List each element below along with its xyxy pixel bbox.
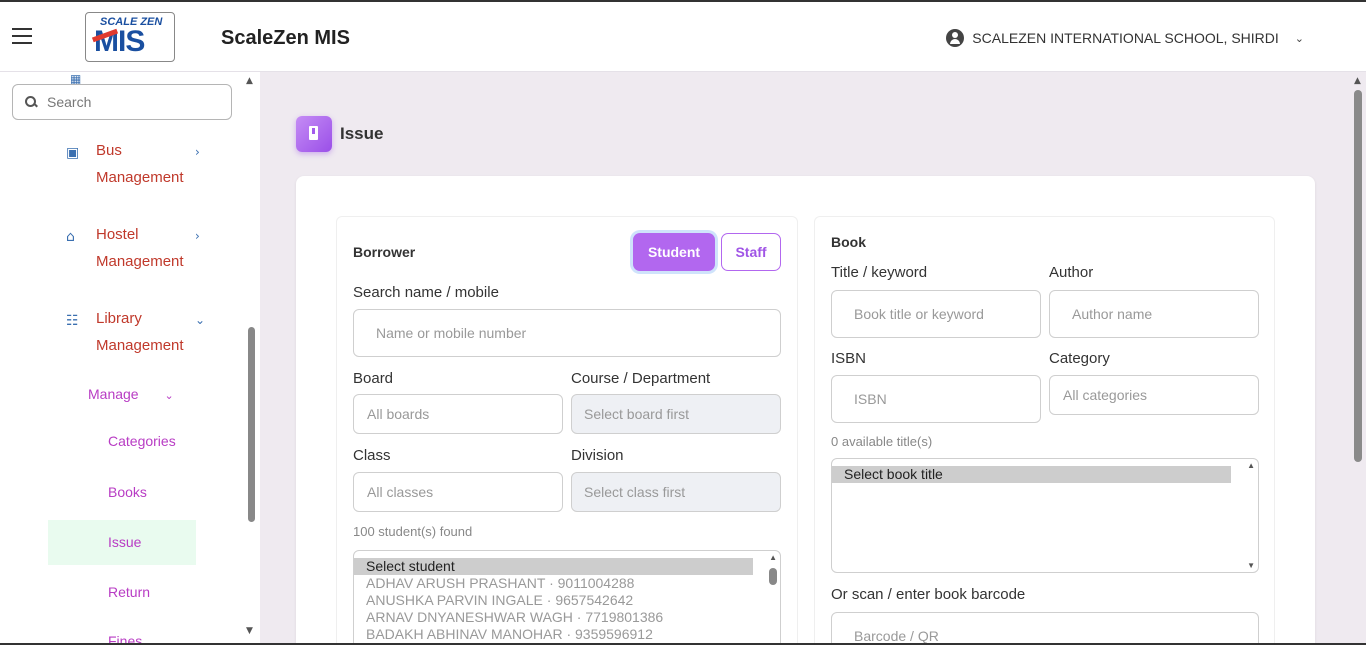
sidebar-search[interactable] [12, 84, 232, 120]
borrower-panel: Borrower Student Staff Search name / mob… [336, 216, 798, 645]
scroll-up-icon[interactable]: ▲ [246, 76, 253, 86]
list-item[interactable]: ARNAV DNYANESHWAR WAGH · 7719801386 [354, 609, 780, 626]
main-scrollbar[interactable] [1354, 90, 1362, 462]
scroll-up-icon[interactable]: ▲ [1354, 76, 1361, 86]
list-item[interactable]: BADAKH ABHINAV MANOHAR · 9359596912 [354, 626, 780, 643]
logo-text-main: MIS [94, 25, 145, 58]
chevron-down-icon: ⌄ [1294, 32, 1304, 45]
chevron-right-icon: › [195, 229, 200, 243]
title-keyword-input[interactable]: Book title or keyword [831, 290, 1041, 338]
sidebar-search-input[interactable] [47, 94, 207, 110]
library-icon: ☷ [66, 313, 79, 329]
chevron-down-icon: ⌄ [195, 313, 206, 327]
board-label: Board [353, 370, 394, 387]
school-selector[interactable]: SCALEZEN INTERNATIONAL SCHOOL, SHIRDI ⌄ [946, 29, 1304, 47]
available-titles-count: 0 available title(s) [831, 434, 933, 449]
page-title: Issue [340, 124, 384, 143]
barcode-label: Or scan / enter book barcode [831, 586, 1026, 603]
bus-icon: ▣ [66, 145, 80, 161]
list-item[interactable]: Select student [354, 558, 753, 575]
sidebar: ▦ ▣ Bus Management › ⌂ Hostel Management… [0, 72, 260, 645]
issue-card: Borrower Student Staff Search name / mob… [296, 176, 1315, 645]
student-toggle-button[interactable]: Student [633, 233, 715, 271]
sidebar-item-issue[interactable]: Issue [108, 534, 141, 550]
sidebar-item-library-management[interactable]: ☷ Library Management ⌄ [66, 305, 205, 359]
sidebar-item-categories[interactable]: Categories [108, 433, 176, 449]
scroll-up-icon[interactable]: ▲ [1247, 461, 1255, 470]
account-icon [946, 29, 965, 47]
scroll-down-icon[interactable]: ▼ [1247, 561, 1255, 570]
scroll-down-icon[interactable]: ▼ [246, 626, 253, 636]
listbox-scrollbar[interactable] [769, 568, 777, 585]
division-select[interactable]: Select class first [571, 472, 781, 512]
list-item[interactable]: ANUSHKA PARVIN INGALE · 9657542642 [354, 592, 780, 609]
sidebar-item-return[interactable]: Return [108, 584, 150, 600]
list-item[interactable]: ADHAV ARUSH PRASHANT · 9011004288 [354, 575, 780, 592]
school-name: SCALEZEN INTERNATIONAL SCHOOL, SHIRDI [972, 30, 1279, 46]
title-keyword-label: Title / keyword [831, 264, 928, 281]
book-title-listbox[interactable]: Select book title ▲ ▼ [831, 458, 1259, 573]
search-label: Search name / mobile [353, 284, 499, 301]
book-panel: Book Title / keyword Book title or keywo… [814, 216, 1275, 645]
app-title: ScaleZen MIS [221, 27, 350, 49]
isbn-input[interactable]: ISBN [831, 375, 1041, 423]
hostel-icon: ⌂ [66, 229, 75, 245]
book-title: Book [831, 234, 866, 250]
student-listbox[interactable]: Select student ADHAV ARUSH PRASHANT · 90… [353, 550, 781, 645]
list-item[interactable]: Select book title [832, 466, 1231, 483]
book-issue-icon [296, 116, 332, 152]
scroll-up-icon[interactable]: ▲ [769, 553, 777, 562]
author-label: Author [1049, 264, 1094, 281]
course-select[interactable]: Select board first [571, 394, 781, 434]
category-select[interactable]: All categories [1049, 375, 1259, 415]
borrower-title: Borrower [353, 244, 416, 260]
sidebar-item-bus-management[interactable]: ▣ Bus Management › [66, 137, 200, 191]
staff-toggle-button[interactable]: Staff [721, 233, 781, 271]
top-bar: SCALE ZEN MIS ScaleZen MIS SCALEZEN INTE… [0, 0, 1366, 72]
sidebar-scrollbar[interactable] [248, 327, 255, 522]
sidebar-item-label: Manage [88, 386, 139, 402]
students-found-count: 100 student(s) found [353, 524, 473, 539]
division-label: Division [571, 447, 624, 464]
sidebar-item-label: Bus Management [96, 142, 184, 186]
sidebar-item-label: Hostel Management [96, 226, 184, 270]
sidebar-item-label: Library Management [96, 310, 184, 354]
course-label: Course / Department [571, 370, 711, 387]
class-select[interactable]: All classes [353, 472, 563, 512]
search-icon [25, 96, 37, 108]
isbn-label: ISBN [831, 350, 867, 367]
borrower-search-input[interactable]: Name or mobile number [353, 309, 781, 357]
logo[interactable]: SCALE ZEN MIS [85, 12, 175, 62]
chevron-down-icon: ⌄ [164, 390, 174, 402]
menu-icon[interactable] [12, 28, 32, 44]
barcode-input[interactable]: Barcode / QR [831, 612, 1259, 645]
class-label: Class [353, 447, 391, 464]
sidebar-item-books[interactable]: Books [108, 484, 147, 500]
sidebar-item-manage[interactable]: Manage ⌄ [88, 386, 174, 402]
sidebar-item-hostel-management[interactable]: ⌂ Hostel Management › [66, 221, 200, 275]
author-input[interactable]: Author name [1049, 290, 1259, 338]
category-label: Category [1049, 350, 1110, 367]
board-select[interactable]: All boards [353, 394, 563, 434]
page-header: Issue [296, 116, 383, 152]
chevron-right-icon: › [195, 145, 200, 159]
